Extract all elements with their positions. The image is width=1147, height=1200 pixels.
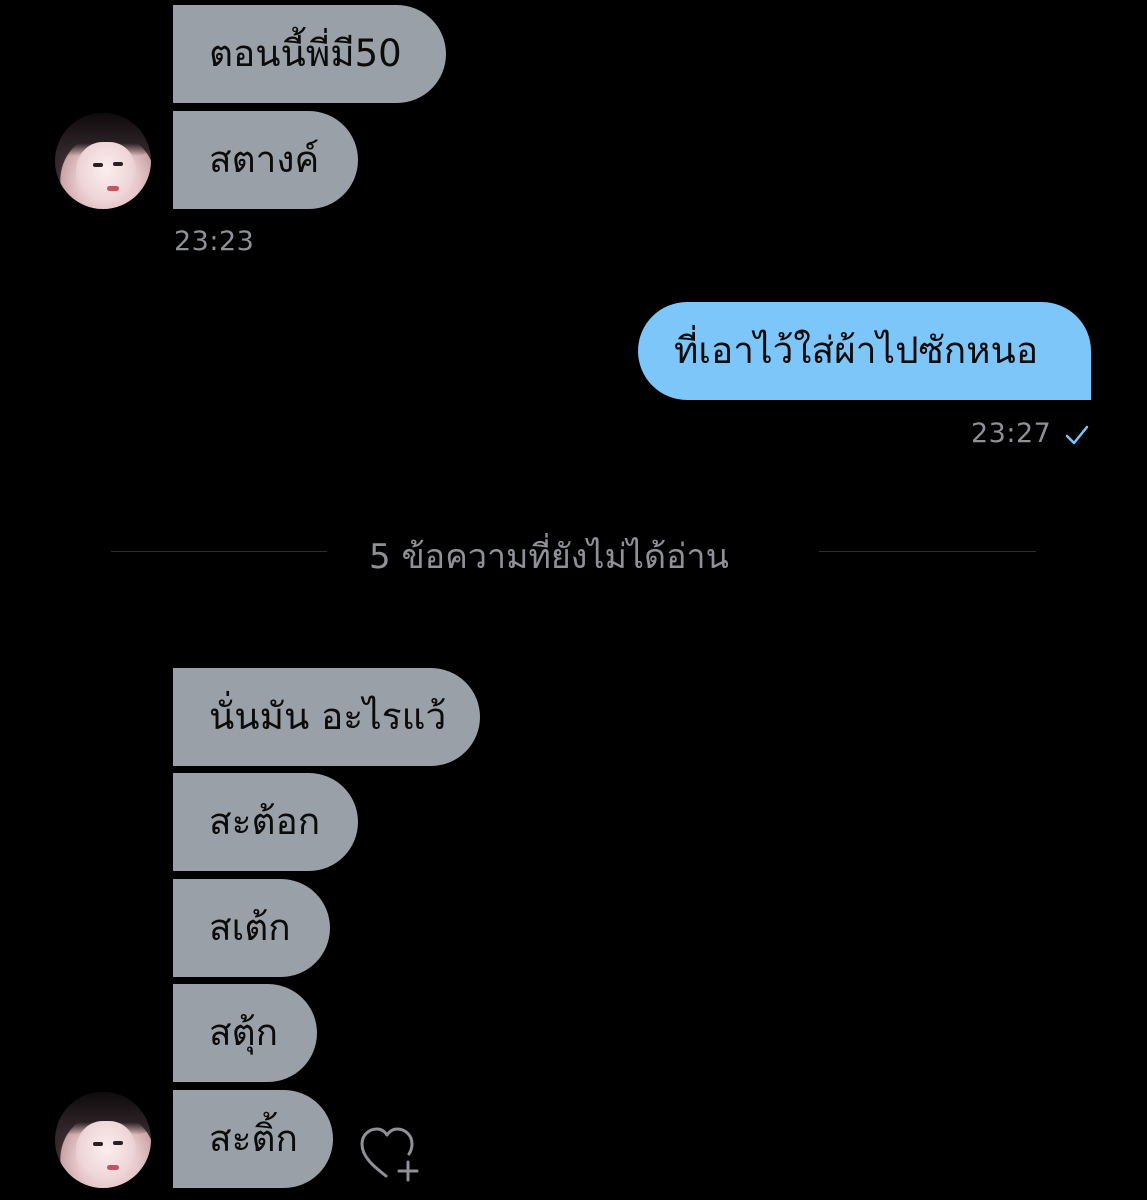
unread-divider-line-left: [111, 551, 327, 552]
unread-divider-line-right: [819, 551, 1036, 552]
sent-message-timestamp: 23:27: [971, 418, 1052, 449]
received-message-bubble[interactable]: สเต้ก: [173, 879, 330, 977]
avatar[interactable]: [55, 1092, 151, 1188]
received-message-bubble[interactable]: สตางค์: [173, 111, 358, 209]
received-message-bubble[interactable]: สะต้อก: [173, 773, 358, 871]
unread-divider-label: 5 ข้อความที่ยังไม่ได้อ่าน: [369, 537, 729, 577]
avatar[interactable]: [55, 113, 151, 209]
received-message-bubble[interactable]: สะติ้ก: [173, 1090, 333, 1188]
check-icon: [1065, 425, 1089, 445]
heart-add-icon[interactable]: [356, 1124, 424, 1184]
sent-message-bubble[interactable]: ที่เอาไว้ใส่ผ้าไปซักหนอ: [638, 302, 1091, 400]
received-message-bubble[interactable]: สตุ้ก: [173, 984, 317, 1082]
received-message-bubble[interactable]: นั่นมัน อะไรแว้: [173, 668, 480, 766]
received-message-bubble[interactable]: ตอนนี้พี่มี50: [173, 5, 446, 103]
message-timestamp: 23:23: [174, 226, 255, 257]
